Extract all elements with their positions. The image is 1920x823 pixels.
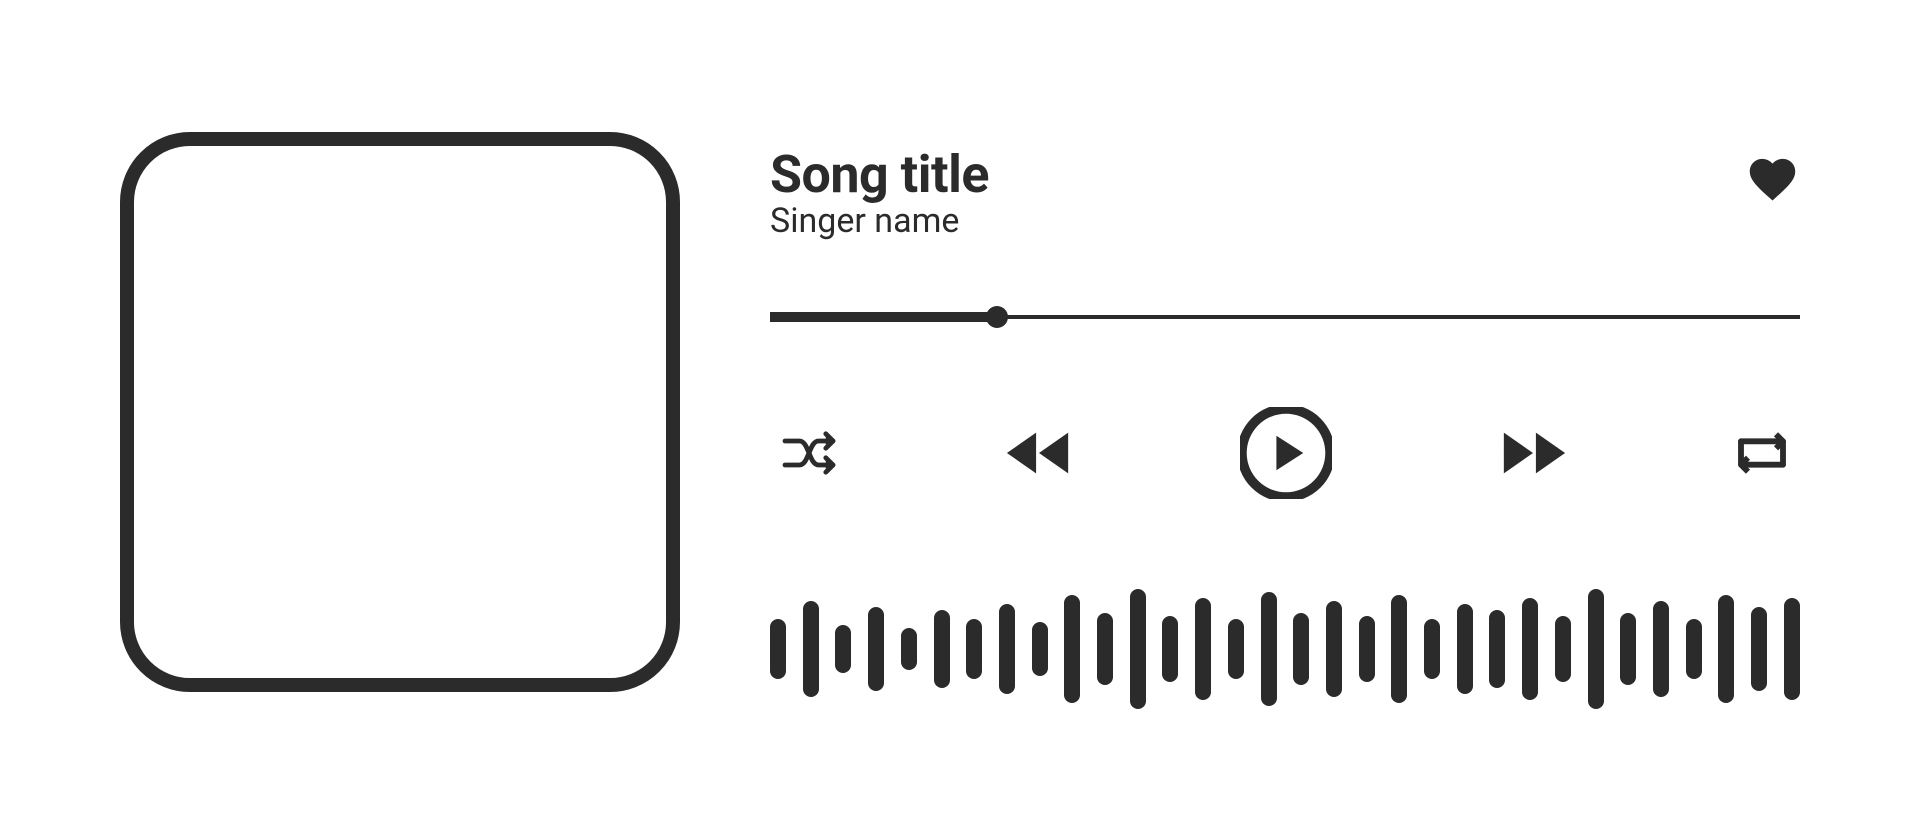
repeat-button[interactable] (1734, 431, 1790, 475)
progress-bar[interactable] (770, 307, 1800, 327)
forward-icon (1498, 429, 1568, 477)
wave-bar (1489, 610, 1505, 688)
progress-fill (770, 312, 997, 322)
title-row: Song title Singer name (770, 144, 1800, 241)
wave-bar (1751, 607, 1767, 691)
wave-bar (868, 607, 884, 691)
play-button[interactable] (1240, 407, 1332, 499)
wave-bar (1784, 598, 1800, 700)
wave-bar (1457, 604, 1473, 694)
wave-bar (966, 619, 982, 679)
wave-bar (934, 610, 950, 688)
wave-bar (1162, 616, 1178, 682)
wave-bar (1130, 589, 1146, 709)
title-block: Song title Singer name (770, 144, 989, 241)
album-art-placeholder (120, 132, 680, 692)
wave-bar (1261, 592, 1277, 706)
wave-bar (1555, 616, 1571, 682)
rewind-icon (1004, 429, 1074, 477)
heart-icon[interactable] (1745, 152, 1800, 206)
wave-bar (1228, 619, 1244, 679)
wave-bar (1424, 619, 1440, 679)
wave-bar (1522, 598, 1538, 700)
wave-bar (1588, 589, 1604, 709)
play-icon (1240, 407, 1332, 499)
wave-bar (1097, 613, 1113, 685)
wave-bar (835, 625, 851, 673)
wave-bar (1653, 601, 1669, 697)
wave-bar (1064, 595, 1080, 703)
wave-bar (1195, 598, 1211, 700)
wave-bar (901, 628, 917, 670)
wave-bar (1686, 619, 1702, 679)
wave-bar (1032, 622, 1048, 676)
playback-controls (770, 407, 1800, 499)
progress-thumb[interactable] (986, 306, 1008, 328)
shuffle-icon (780, 429, 838, 477)
wave-bar (1293, 613, 1309, 685)
player-panel: Song title Singer name (770, 114, 1800, 709)
singer-name: Singer name (770, 201, 989, 241)
wave-bar (803, 601, 819, 697)
waveform (770, 589, 1800, 709)
wave-bar (1326, 601, 1342, 697)
repeat-icon (1734, 431, 1790, 475)
song-title: Song title (770, 144, 989, 205)
rewind-button[interactable] (1004, 429, 1074, 477)
wave-bar (1620, 613, 1636, 685)
wave-bar (999, 604, 1015, 694)
progress-track (770, 315, 1800, 319)
wave-bar (1359, 616, 1375, 682)
wave-bar (1718, 595, 1734, 703)
wave-bar (770, 619, 786, 679)
forward-button[interactable] (1498, 429, 1568, 477)
wave-bar (1391, 595, 1407, 703)
shuffle-button[interactable] (780, 429, 838, 477)
